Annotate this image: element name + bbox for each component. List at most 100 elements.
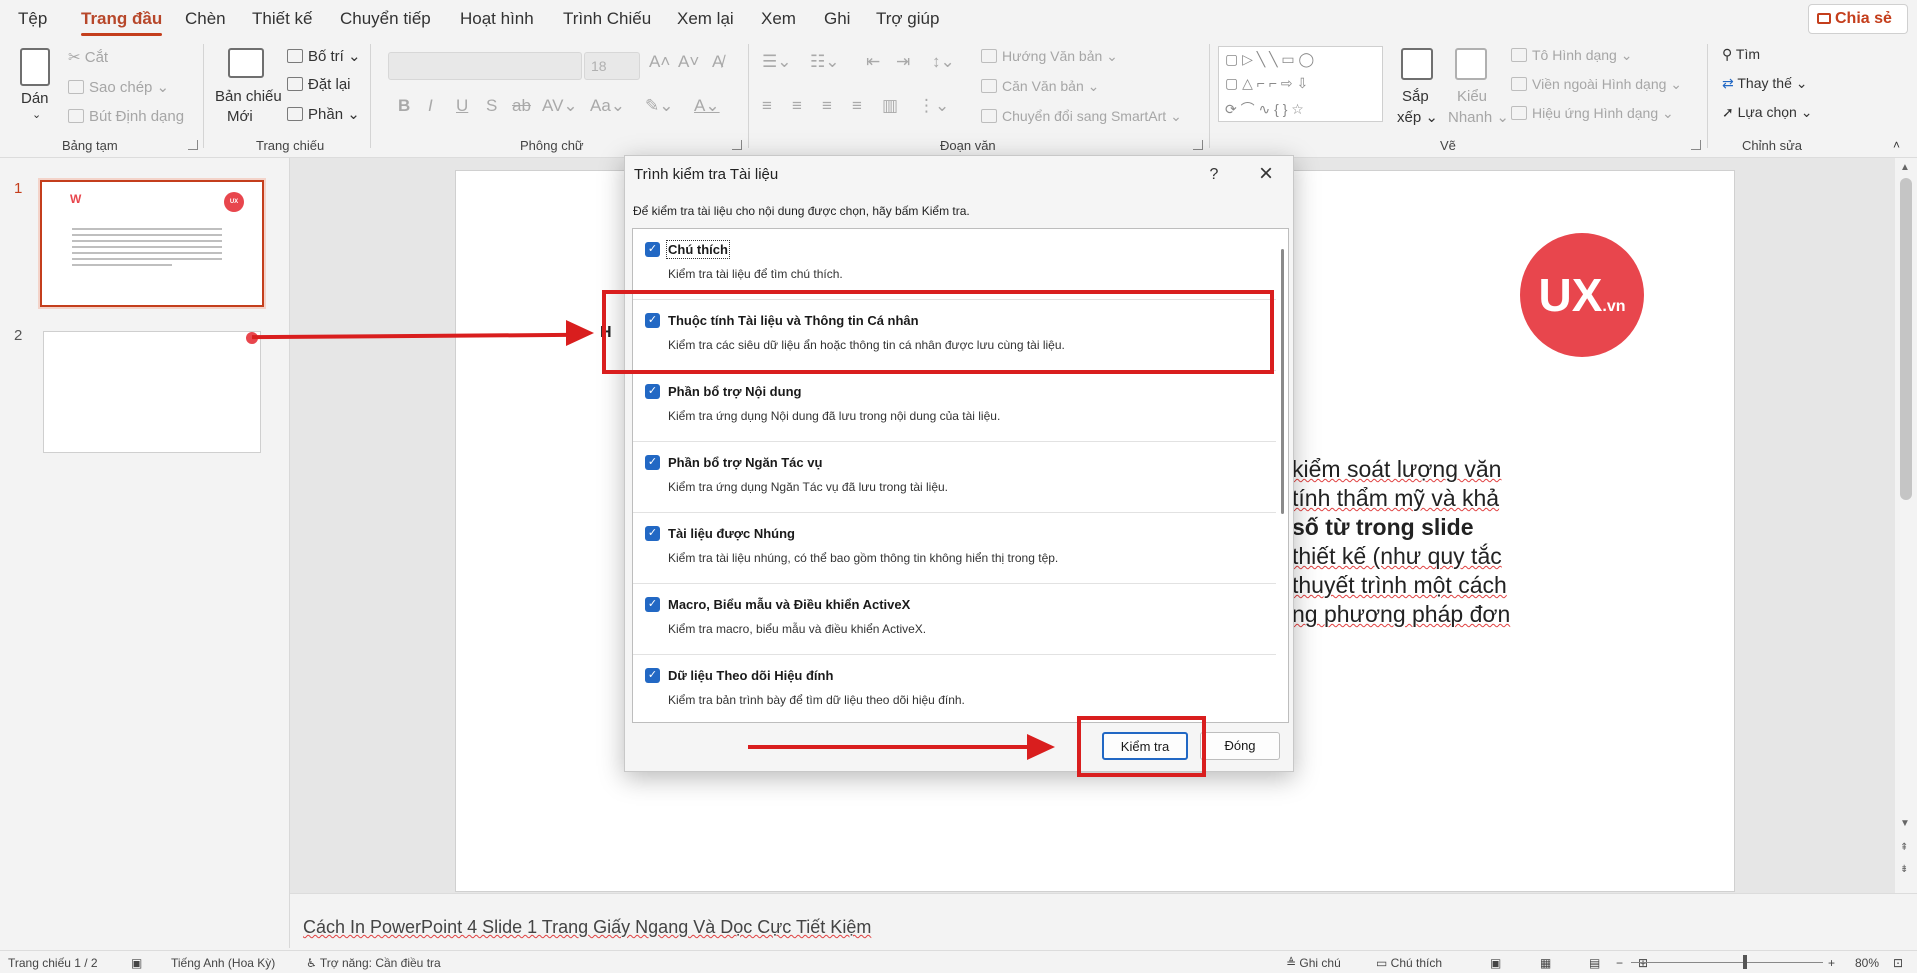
shape-outline-button[interactable]: Viền ngoài Hình dạng ⌄ [1511, 76, 1682, 93]
reset-button[interactable]: Đặt lại [287, 76, 351, 93]
paste-icon[interactable] [20, 48, 50, 86]
find-button[interactable]: ⚲ Tìm [1722, 46, 1760, 63]
section-button[interactable]: Phần ⌄ [287, 105, 360, 123]
checkbox-checked[interactable]: ✓ [645, 384, 660, 399]
scroll-down-icon[interactable]: ▼ [1900, 818, 1910, 829]
justify-icon[interactable]: ≡ [852, 96, 862, 116]
inspect-item-content-addins[interactable]: ✓ Phần bổ trợ Nội dung Kiểm tra ứng dụng… [633, 371, 1276, 442]
shape-effects-button[interactable]: Hiệu ứng Hình dạng ⌄ [1511, 105, 1674, 122]
copy-button[interactable]: Sao chép ⌄ [68, 78, 169, 96]
inspect-item-revision-data[interactable]: ✓ Dữ liệu Theo dõi Hiệu đính Kiểm tra bả… [633, 655, 1276, 722]
zoom-level[interactable]: 80% [1855, 956, 1879, 970]
tab-animations[interactable]: Hoạt hình [460, 8, 534, 34]
arrange-icon[interactable] [1401, 48, 1433, 80]
notes-pane[interactable]: Cách In PowerPoint 4 Slide 1 Trang Giấy … [290, 893, 1917, 950]
align-left-icon[interactable]: ≡ [762, 96, 772, 116]
spellcheck-icon[interactable]: ▣ [131, 956, 142, 970]
language-status[interactable]: Tiếng Anh (Hoa Kỳ) [171, 956, 275, 970]
close-icon[interactable]: × [1252, 162, 1280, 190]
tab-slideshow[interactable]: Trình Chiếu [563, 8, 651, 34]
shrink-font-icon[interactable]: A˅ [678, 52, 699, 72]
align-center-icon[interactable]: ≡ [792, 96, 802, 116]
line-spacing-icon[interactable]: ↕⌄ [932, 52, 955, 72]
increase-indent-icon[interactable]: ⇥ [896, 52, 910, 72]
tab-design[interactable]: Thiết kế [252, 8, 312, 34]
accessibility-status[interactable]: ♿ Trợ năng: Cần điều tra [306, 956, 441, 970]
align-right-icon[interactable]: ≡ [822, 96, 832, 116]
strikethrough-icon[interactable]: ab [512, 96, 531, 116]
highlight-icon[interactable]: ✎⌄ [645, 96, 674, 116]
bullets-icon[interactable]: ☰⌄ [762, 52, 791, 72]
tab-view[interactable]: Xem [761, 8, 796, 34]
select-button[interactable]: ➚ Lựa chọn ⌄ [1722, 104, 1812, 121]
scroll-up-icon[interactable]: ▲ [1900, 162, 1910, 173]
font-name-combo[interactable] [388, 52, 582, 80]
text-spacing-icon[interactable]: ⋮⌄ [918, 96, 949, 116]
next-slide-icon[interactable]: ⇟ [1900, 864, 1908, 875]
slide-thumbnail-1[interactable]: W UX [40, 180, 264, 307]
shapes-gallery[interactable]: ▢ ▷ ╲ ╲ ▭ ◯ ▢ △ ⌐ ⌐ ⇨ ⇩ ⟳ ⌒ ∿ { } ☆ [1218, 46, 1383, 122]
normal-view-icon[interactable]: ▣ [1490, 956, 1501, 970]
italic-icon[interactable]: I [428, 96, 433, 116]
numbering-icon[interactable]: ☷⌄ [810, 52, 839, 72]
new-slide-icon[interactable] [228, 48, 264, 78]
align-text-button[interactable]: Căn Văn bản ⌄ [981, 78, 1099, 95]
checkbox-checked[interactable]: ✓ [645, 526, 660, 541]
help-icon[interactable]: ? [1202, 164, 1226, 188]
paste-dropdown-icon[interactable]: ⌄ [32, 108, 41, 121]
smartart-button[interactable]: Chuyển đổi sang SmartArt ⌄ [981, 108, 1182, 125]
zoom-out-icon[interactable]: − [1616, 956, 1623, 970]
fit-slide-icon[interactable]: ⊡ [1893, 956, 1903, 970]
cut-button[interactable]: ✂ Cắt [68, 48, 108, 66]
collapse-ribbon-icon[interactable]: ˄ [1893, 138, 1900, 152]
quick-styles-icon[interactable] [1455, 48, 1487, 80]
inspect-item-taskpane-addins[interactable]: ✓ Phần bổ trợ Ngăn Tác vụ Kiểm tra ứng d… [633, 442, 1276, 513]
close-button[interactable]: Đóng [1200, 732, 1280, 760]
bold-icon[interactable]: B [398, 96, 410, 116]
tab-transitions[interactable]: Chuyển tiếp [340, 8, 431, 34]
layout-button[interactable]: Bố trí ⌄ [287, 47, 361, 65]
tab-file[interactable]: Tệp [18, 8, 47, 34]
drawing-launcher-icon[interactable] [1691, 140, 1701, 150]
shape-fill-button[interactable]: Tô Hình dạng ⌄ [1511, 47, 1632, 64]
paste-button[interactable]: Dán [21, 90, 49, 107]
checkbox-checked[interactable]: ✓ [645, 597, 660, 612]
zoom-slider[interactable] [1631, 962, 1823, 963]
clipboard-launcher-icon[interactable] [188, 140, 198, 150]
columns-icon[interactable]: ▥ [882, 96, 898, 116]
scrollbar-thumb[interactable] [1900, 178, 1912, 500]
font-color-icon[interactable]: A⌄ [694, 96, 720, 116]
replace-button[interactable]: ⇄ Thay thế ⌄ [1722, 75, 1807, 92]
inspect-item-macros[interactable]: ✓ Macro, Biểu mẫu và Điều khiển ActiveX … [633, 584, 1276, 655]
arrange-button[interactable]: Sắp [1402, 88, 1429, 105]
slide-thumbnail-2[interactable] [43, 331, 261, 453]
inspect-item-embedded-documents[interactable]: ✓ Tài liệu được Nhúng Kiểm tra tài liệu … [633, 513, 1276, 584]
tab-review[interactable]: Xem lại [677, 8, 734, 34]
zoom-slider-handle[interactable] [1743, 955, 1747, 969]
text-direction-button[interactable]: Hướng Văn bản ⌄ [981, 48, 1118, 65]
underline-icon[interactable]: U [456, 96, 468, 116]
zoom-in-icon[interactable]: + [1828, 956, 1835, 970]
format-painter-button[interactable]: Bút Định dạng [68, 108, 184, 125]
grow-font-icon[interactable]: A˄ [649, 52, 670, 72]
new-slide-button[interactable]: Bản chiếu [215, 88, 282, 105]
reading-view-icon[interactable]: ▤ [1589, 956, 1600, 970]
shadow-icon[interactable]: S [486, 96, 497, 116]
decrease-indent-icon[interactable]: ⇤ [866, 52, 880, 72]
checkbox-checked[interactable]: ✓ [645, 242, 660, 257]
change-case-icon[interactable]: Aa⌄ [590, 96, 625, 116]
slideshow-view-icon[interactable]: ⊞ [1638, 956, 1648, 970]
tab-home[interactable]: Trang đầu [81, 8, 163, 36]
paragraph-launcher-icon[interactable] [1193, 140, 1203, 150]
tab-insert[interactable]: Chèn [185, 8, 226, 34]
tab-record[interactable]: Ghi [824, 8, 850, 34]
vertical-scrollbar[interactable]: ▲ ▼ ⇞ ⇟ [1895, 158, 1917, 893]
tab-help[interactable]: Trợ giúp [876, 8, 939, 34]
comments-toggle-button[interactable]: ▭ Chú thích [1376, 956, 1442, 970]
notes-toggle-button[interactable]: ≜ Ghi chú [1286, 956, 1341, 970]
list-scrollbar-thumb[interactable] [1281, 249, 1284, 514]
share-button[interactable]: Chia sẻ [1808, 4, 1908, 34]
checkbox-checked[interactable]: ✓ [645, 668, 660, 683]
slide-body-text[interactable]: kiểm soát lượng văn tính thẩm mỹ và khả … [1292, 455, 1688, 629]
char-spacing-icon[interactable]: AV⌄ [542, 96, 578, 116]
